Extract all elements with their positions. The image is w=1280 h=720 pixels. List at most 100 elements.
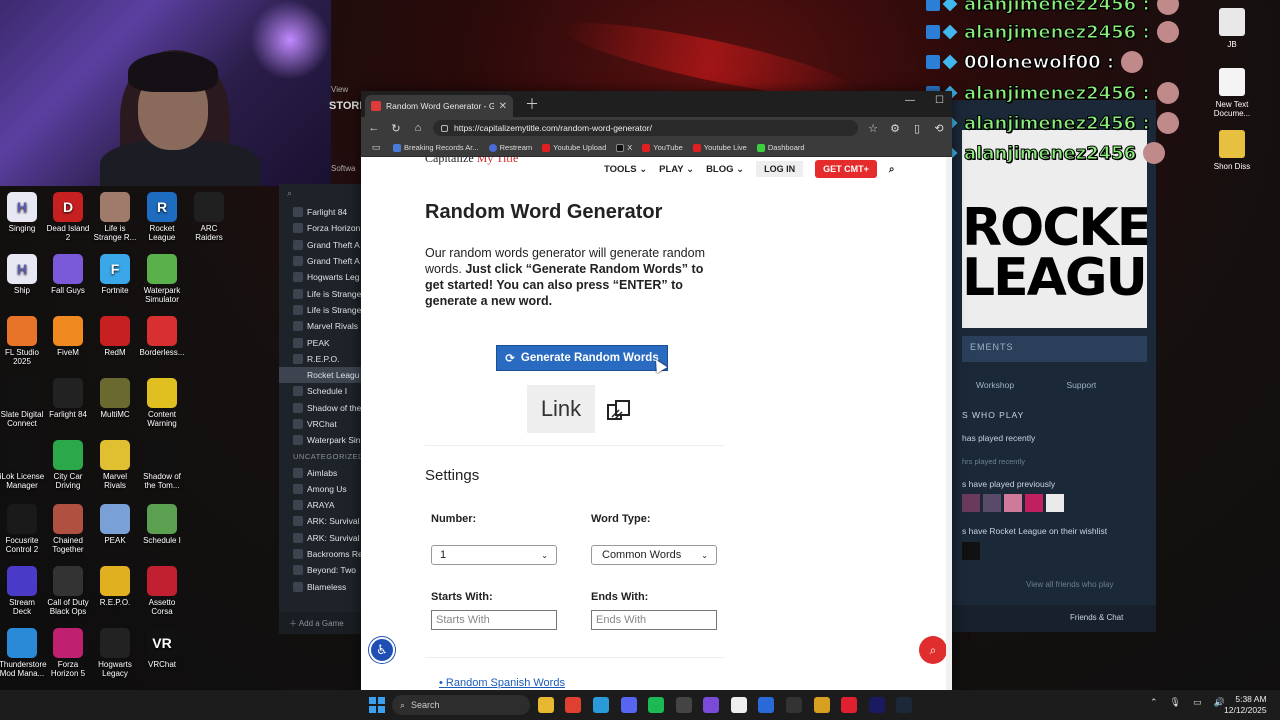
accessibility-icon[interactable]: ♿ xyxy=(369,637,395,663)
new-tab-icon[interactable]: ＋ xyxy=(525,94,539,114)
desktop-icon[interactable]: Forza Horizon 5 xyxy=(45,628,91,678)
site-search-icon[interactable]: ⌕ xyxy=(889,164,895,175)
desktop-icon[interactable]: Marvel Rivals xyxy=(92,440,138,490)
bookmark-item[interactable]: Dashboard xyxy=(756,143,805,152)
windows-start-icon[interactable] xyxy=(369,697,385,713)
desktop-icon[interactable]: Hogwarts Legacy xyxy=(92,628,138,678)
browser-tab[interactable]: Random Word Generator - Gene ✕ xyxy=(365,95,513,117)
steam-library-item[interactable]: Grand Theft A xyxy=(279,253,369,269)
steam-library-item[interactable]: Life is Strange xyxy=(279,285,369,301)
app-grid-icon[interactable] xyxy=(703,697,719,713)
avatar[interactable] xyxy=(983,494,1001,512)
extensions-icon[interactable]: ⚙ xyxy=(888,122,902,135)
desktop-icon[interactable]: Assetto Corsa xyxy=(139,566,185,616)
minimize-icon[interactable]: — xyxy=(905,95,915,106)
login-button[interactable]: LOG IN xyxy=(756,161,804,177)
github-icon[interactable] xyxy=(676,697,692,713)
close-tab-icon[interactable]: ✕ xyxy=(499,101,507,112)
desktop-icon[interactable]: Shadow of the Tom... xyxy=(139,440,185,490)
desktop-icon[interactable]: Content Warning xyxy=(139,378,185,428)
steam-library-item[interactable]: Shadow of the xyxy=(279,400,369,416)
starts-with-input[interactable]: Starts With xyxy=(431,610,557,630)
achievements-bar[interactable]: EMENTS xyxy=(962,336,1147,362)
url-field[interactable]: https://capitalizemytitle.com/random-wor… xyxy=(433,120,858,136)
get-cmt-button[interactable]: GET CMT+ xyxy=(815,160,877,178)
steam-library-item[interactable]: Farlight 84 xyxy=(279,204,369,220)
steam-library-item[interactable]: Forza Horizon xyxy=(279,220,369,236)
4k-icon[interactable] xyxy=(786,697,802,713)
discord-icon[interactable] xyxy=(621,697,637,713)
desktop-icon[interactable]: Stream Deck xyxy=(0,566,45,616)
desktop-icon[interactable]: Schedule I xyxy=(139,504,185,545)
favorite-star-icon[interactable]: ☆ xyxy=(866,122,880,135)
desktop-icon[interactable]: FL Studio 2025 xyxy=(0,316,45,366)
microphone-icon[interactable]: 🎙 xyxy=(1170,697,1181,708)
steam-library-item[interactable]: ARK: Survival xyxy=(279,530,369,546)
steam-library-item[interactable]: Life is Strange xyxy=(279,302,369,318)
steam-library-item[interactable]: Rocket Leagu xyxy=(279,366,369,384)
nav-tools[interactable]: TOOLS ⌄ xyxy=(604,164,647,175)
nav-blog[interactable]: BLOG ⌄ xyxy=(706,164,744,175)
steam-library-item[interactable]: Backrooms Re xyxy=(279,546,369,562)
steam-library-item[interactable]: Among Us xyxy=(279,481,369,497)
creative-cloud-icon[interactable] xyxy=(841,697,857,713)
desktop-icon[interactable]: Chained Together xyxy=(45,504,91,554)
back-icon[interactable]: ← xyxy=(367,122,381,134)
desktop-icon[interactable]: Slate Digital Connect xyxy=(0,378,45,428)
desktop-icon[interactable]: Focusrite Control 2 xyxy=(0,504,45,554)
taskbar-clock[interactable]: 5:38 AM 12/12/2025 xyxy=(1224,694,1267,716)
desktop-icon[interactable]: FiveM xyxy=(45,316,91,357)
generated-word[interactable]: Link xyxy=(527,385,595,433)
steam-menu-view[interactable]: View xyxy=(331,85,348,94)
add-game-button[interactable]: ＋ Add a Game xyxy=(279,612,369,634)
steam-library-item[interactable]: PEAK xyxy=(279,334,369,350)
spotify-icon[interactable] xyxy=(648,697,664,713)
tab-workshop[interactable]: Workshop xyxy=(976,380,1014,390)
desktop-icon[interactable]: City Car Driving xyxy=(45,440,91,490)
desktop-icon[interactable]: VR VRChat xyxy=(139,628,185,669)
friends-chat-button[interactable]: Friends & Chat xyxy=(1070,613,1123,622)
desktop-icon[interactable]: MultiMC xyxy=(92,378,138,419)
steam-icon[interactable] xyxy=(896,697,912,713)
bookmark-item[interactable]: Breaking Records Ar... xyxy=(393,143,479,152)
tab-support[interactable]: Support xyxy=(1066,380,1096,390)
maximize-icon[interactable]: ☐ xyxy=(935,95,944,106)
avatar[interactable] xyxy=(962,494,980,512)
steam-library-item[interactable]: Grand Theft A xyxy=(279,237,369,253)
library-category[interactable]: UNCATEGORIZED xyxy=(279,448,369,464)
steam-library-item[interactable]: VRChat xyxy=(279,416,369,432)
steam-library-search[interactable]: ⌕ xyxy=(279,184,369,204)
steam-software-tab[interactable]: Softwa xyxy=(331,164,355,173)
reload-icon[interactable]: ↻ xyxy=(389,122,403,135)
bookmark-item[interactable]: Restream xyxy=(488,143,532,152)
home-icon[interactable]: ⌂ xyxy=(411,122,425,134)
folder-icon[interactable] xyxy=(814,697,830,713)
chrome-icon[interactable] xyxy=(565,697,581,713)
desktop-icon[interactable]: Farlight 84 xyxy=(45,378,91,419)
capcut-icon[interactable] xyxy=(731,697,747,713)
desktop-icon[interactable]: ARC Raiders xyxy=(186,192,232,242)
steam-library-item[interactable]: ARK: Survival xyxy=(279,513,369,529)
avatar[interactable] xyxy=(1004,494,1022,512)
bookmark-item[interactable]: YouTube xyxy=(642,143,683,152)
site-logo[interactable]: Capitalize My Title xyxy=(425,157,518,166)
desktop-icon[interactable]: RedM xyxy=(92,316,138,357)
bookmark-item[interactable]: X xyxy=(616,143,632,152)
steam-library-item[interactable]: ARAYA xyxy=(279,497,369,513)
steam-library-item[interactable]: Marvel Rivals xyxy=(279,318,369,334)
tray-chevron-icon[interactable]: ⌃ xyxy=(1150,697,1158,708)
desktop-icon[interactable]: Life is Strange R... xyxy=(92,192,138,242)
desktop-icon[interactable]: H Singing xyxy=(0,192,45,233)
desktop-icon[interactable]: Shon Diss xyxy=(1207,130,1257,171)
steam-library-item[interactable]: Aimlabs xyxy=(279,464,369,480)
view-all-friends-link[interactable]: View all friends who play xyxy=(1026,580,1113,589)
bookmark-item[interactable]: Youtube Live xyxy=(692,143,747,152)
floating-search-icon[interactable]: ⌕ xyxy=(919,636,947,664)
avatar[interactable] xyxy=(1046,494,1064,512)
steam-library-item[interactable]: Blameless xyxy=(279,579,369,595)
desktop-icon[interactable]: D Dead Island 2 xyxy=(45,192,91,242)
number-select[interactable]: 1 ⌄ xyxy=(431,545,557,565)
desktop-icon[interactable]: Borderless... xyxy=(139,316,185,357)
steam-library-item[interactable]: Beyond: Two xyxy=(279,562,369,578)
steam-library-item[interactable]: Schedule I xyxy=(279,383,369,399)
